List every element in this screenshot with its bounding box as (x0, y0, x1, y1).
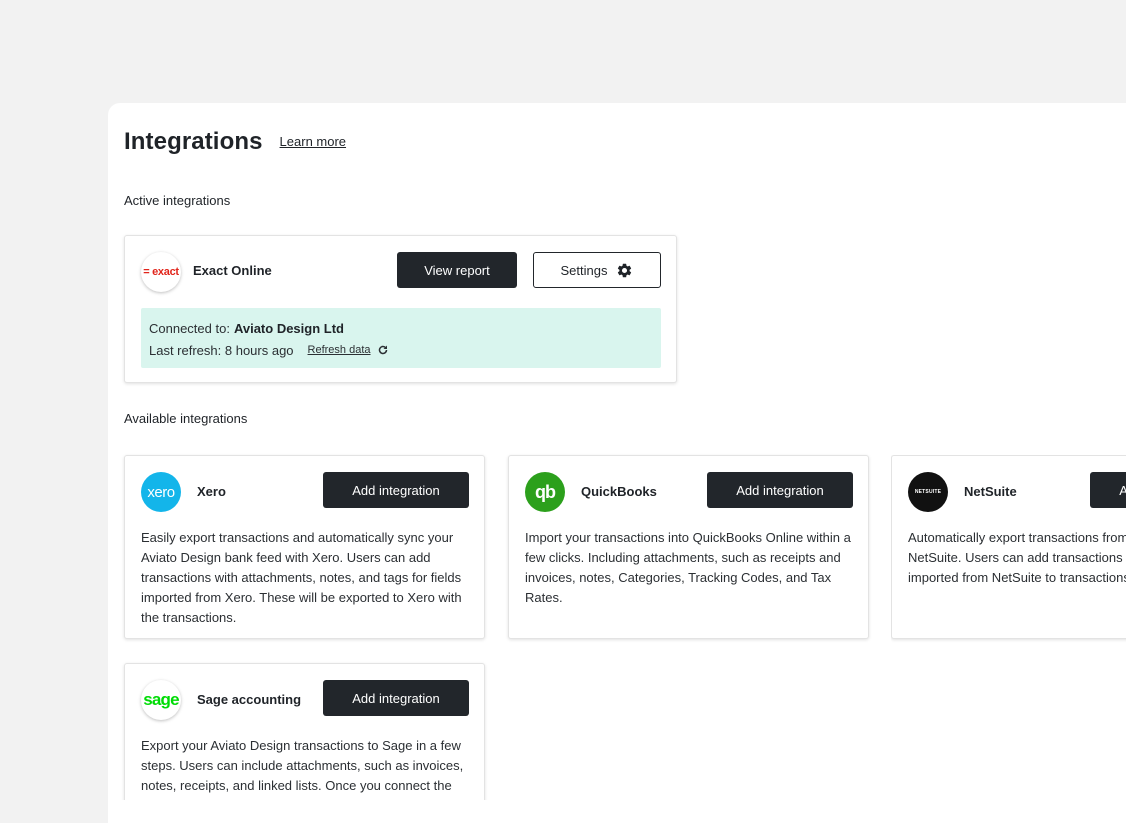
active-integrations-title: Active integrations (124, 193, 231, 208)
netsuite-logo-text: NETSUITE (914, 489, 942, 495)
settings-button[interactable]: Settings (533, 252, 661, 288)
xero-card: xero Xero Add integration Easily export … (124, 455, 485, 639)
xero-logo: xero (141, 472, 181, 512)
page-title: Integrations (124, 128, 263, 155)
xero-name: Xero (197, 484, 226, 499)
quickbooks-logo: qb (525, 472, 565, 512)
netsuite-description: Automatically export transactions from A… (908, 530, 1126, 585)
netsuite-logo: NETSUITE (908, 472, 948, 512)
netsuite-add-integration-button[interactable]: Add integration (1090, 472, 1126, 508)
xero-logo-text: xero (147, 483, 175, 501)
sage-logo-text: sage (143, 690, 179, 709)
netsuite-card-clip: NETSUITE NetSuite Add integration Automa… (891, 455, 1126, 645)
connected-label: Connected to: (149, 320, 230, 336)
quickbooks-card: qb QuickBooks Add integration Import you… (508, 455, 869, 639)
quickbooks-name: QuickBooks (581, 484, 657, 499)
exact-logo-text: = exact (143, 266, 179, 278)
learn-more-link[interactable]: Learn more (280, 134, 346, 149)
quickbooks-description: Import your transactions into QuickBooks… (525, 530, 851, 605)
refresh-data-link[interactable]: Refresh data (308, 344, 389, 356)
settings-button-label: Settings (560, 262, 608, 278)
refresh-icon (377, 344, 389, 356)
connected-to-line: Connected to: Aviato Design Ltd (149, 317, 653, 339)
gear-icon (616, 262, 633, 279)
quickbooks-logo-text: qb (535, 481, 556, 502)
exact-online-logo: = exact (141, 252, 181, 292)
available-integrations-title: Available integrations (124, 411, 248, 426)
page-header: Integrations Learn more (124, 128, 346, 156)
quickbooks-add-integration-button[interactable]: Add integration (707, 472, 853, 508)
connection-status: Connected to: Aviato Design Ltd Last ref… (141, 308, 661, 368)
exact-online-card: = exact Exact Online View report Setting… (124, 235, 677, 383)
sage-name: Sage accounting (197, 692, 302, 707)
sage-card: sage Sage accounting Add integration Exp… (124, 663, 485, 800)
last-refresh-text: Last refresh: 8 hours ago (149, 342, 294, 358)
netsuite-card: NETSUITE NetSuite Add integration Automa… (891, 455, 1126, 639)
xero-add-integration-button[interactable]: Add integration (323, 472, 469, 508)
sage-add-integration-button[interactable]: Add integration (323, 680, 469, 716)
exact-online-name: Exact Online (193, 263, 272, 278)
connected-company: Aviato Design Ltd (233, 320, 344, 336)
netsuite-name: NetSuite (964, 484, 1017, 499)
sage-logo: sage (141, 680, 181, 720)
last-refresh-line: Last refresh: 8 hours ago Refresh data (149, 339, 653, 361)
sage-description: Export your Aviato Design transactions t… (141, 738, 464, 800)
refresh-data-label: Refresh data (307, 344, 371, 356)
xero-description: Easily export transactions and automatic… (141, 530, 462, 625)
view-report-button[interactable]: View report (397, 252, 517, 288)
sage-card-clip: sage Sage accounting Add integration Exp… (120, 660, 492, 800)
